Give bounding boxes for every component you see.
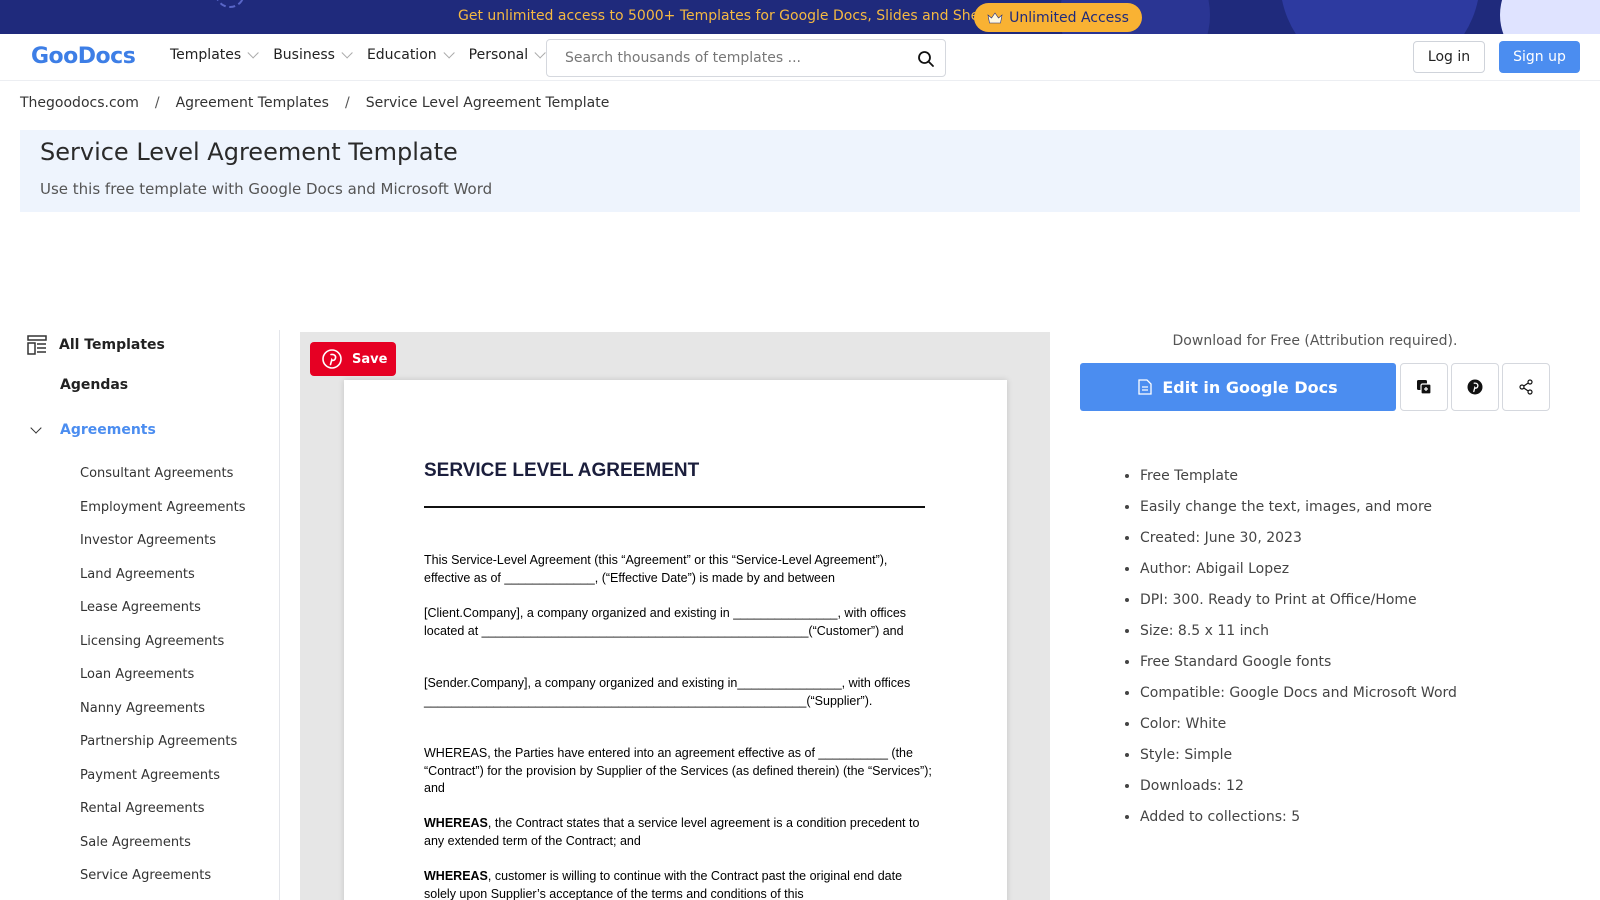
main-nav: Templates Business Education Personal (170, 47, 560, 63)
document-paragraph: [Sender.Company], a company organized an… (424, 676, 911, 708)
all-templates-label: All Templates (59, 337, 165, 353)
agreements-sublist: Consultant Agreements Employment Agreeme… (80, 465, 246, 900)
template-preview: Save SERVICE LEVEL AGREEMENT This Servic… (300, 332, 1050, 900)
breadcrumb-current: Service Level Agreement Template (365, 95, 610, 111)
breadcrumb-agreement-templates[interactable]: Agreement Templates (176, 95, 329, 111)
page-title: Service Level Agreement Template (40, 138, 458, 166)
nav-business-label: Business (273, 47, 335, 63)
share-button[interactable] (1502, 363, 1550, 411)
save-label: Save (352, 351, 388, 367)
share-icon (1519, 379, 1533, 395)
info-item: Color: White (1140, 714, 1457, 745)
info-item: Compatible: Google Docs and Microsoft Wo… (1140, 683, 1457, 714)
all-templates-link[interactable]: All Templates (27, 335, 165, 355)
unlimited-access-button[interactable]: Unlimited Access (974, 3, 1142, 32)
info-item: Size: 8.5 x 11 inch (1140, 621, 1457, 652)
chevron-down-icon (30, 422, 42, 434)
sidebar-item-agendas[interactable]: Agendas (60, 377, 128, 393)
download-note: Download for Free (Attribution required)… (1172, 333, 1458, 349)
search-icon[interactable] (917, 50, 935, 68)
sidebar-subitem[interactable]: Investor Agreements (80, 532, 246, 566)
template-info-list: Free Template Easily change the text, im… (1140, 466, 1457, 838)
copy-button[interactable] (1400, 363, 1448, 411)
document-paragraph: WHEREAS, the Contract states that a serv… (424, 816, 920, 848)
promo-banner: Get unlimited access to 5000+ Templates … (0, 0, 1600, 34)
sidebar-subitem[interactable]: Employment Agreements (80, 499, 246, 533)
nav-education[interactable]: Education (366, 47, 455, 63)
edit-label: Edit in Google Docs (1162, 377, 1338, 397)
document-paragraph: [Client.Company], a company organized an… (424, 606, 907, 638)
sidebar-subitem[interactable]: Licensing Agreements (80, 633, 246, 667)
info-item: Added to collections: 5 (1140, 807, 1457, 838)
sidebar-subitem[interactable]: Consultant Agreements (80, 465, 246, 499)
nav-personal-label: Personal (468, 47, 529, 63)
edit-in-google-docs-button[interactable]: Edit in Google Docs (1080, 363, 1396, 411)
breadcrumb-separator: / (344, 95, 350, 111)
nav-business[interactable]: Business (273, 47, 353, 63)
document-page[interactable]: SERVICE LEVEL AGREEMENT This Service-Lev… (344, 380, 1007, 900)
sidebar-subitem[interactable]: Lease Agreements (80, 599, 246, 633)
info-item: Free Standard Google fonts (1140, 652, 1457, 683)
search-input[interactable] (565, 48, 905, 68)
sidebar-item-agreements-label: Agreements (60, 422, 156, 438)
copy-icon (1417, 380, 1432, 395)
crown-icon (987, 11, 1003, 23)
document-title: SERVICE LEVEL AGREEMENT (424, 460, 700, 481)
sidebar-subitem[interactable]: Sale Agreements (80, 834, 246, 868)
site-header: GooDocs Templates Business Education Per… (0, 34, 1600, 81)
pinterest-icon (1467, 379, 1483, 395)
chevron-down-icon (247, 47, 259, 59)
sidebar-subitem[interactable]: Partnership Agreements (80, 733, 246, 767)
page-subtitle: Use this free template with Google Docs … (40, 180, 493, 198)
sidebar-subitem[interactable]: Service Agreements (80, 867, 246, 900)
document-paragraph: WHEREAS, customer is willing to continue… (424, 869, 903, 900)
page-title-box: Service Level Agreement Template Use thi… (20, 130, 1580, 212)
unlimited-access-label: Unlimited Access (1009, 9, 1129, 26)
chevron-down-icon (341, 47, 353, 59)
chevron-down-icon (443, 47, 455, 59)
signup-button[interactable]: Sign up (1499, 41, 1580, 73)
pinterest-icon (322, 349, 342, 369)
sidebar-subitem[interactable]: Payment Agreements (80, 767, 246, 801)
nav-education-label: Education (366, 47, 437, 63)
goodocs-logo[interactable]: GooDocs (31, 44, 136, 69)
info-item: Author: Abigail Lopez (1140, 559, 1457, 590)
decorative-circle (1280, 0, 1480, 34)
info-item: Downloads: 12 (1140, 776, 1457, 807)
info-item: Free Template (1140, 466, 1457, 497)
nav-personal[interactable]: Personal (468, 47, 546, 63)
breadcrumb: Thegoodocs.com / Agreement Templates / S… (20, 95, 609, 111)
breadcrumb-home[interactable]: Thegoodocs.com (20, 95, 139, 111)
pinterest-share-button[interactable] (1451, 363, 1499, 411)
pinterest-save-button[interactable]: Save (310, 342, 396, 376)
nav-templates-label: Templates (170, 47, 242, 63)
chevron-down-icon (534, 47, 546, 59)
category-sidebar: All Templates Agendas Agreements Consult… (0, 330, 280, 900)
login-button[interactable]: Log in (1413, 41, 1485, 73)
sidebar-subitem[interactable]: Nanny Agreements (80, 700, 246, 734)
info-item: Easily change the text, images, and more (1140, 497, 1457, 528)
decorative-circle (215, 0, 245, 8)
search-box (546, 39, 946, 77)
sidebar-subitem[interactable]: Loan Agreements (80, 666, 246, 700)
sidebar-subitem[interactable]: Rental Agreements (80, 800, 246, 834)
document-icon (1138, 379, 1152, 395)
info-item: Created: June 30, 2023 (1140, 528, 1457, 559)
title-rule (424, 506, 925, 508)
document-paragraph: This Service-Level Agreement (this “Agre… (424, 553, 888, 585)
decorative-circle (1500, 0, 1600, 34)
template-grid-icon (27, 335, 47, 355)
nav-templates[interactable]: Templates (170, 47, 259, 63)
document-paragraph: WHEREAS, the Parties have entered into a… (424, 746, 932, 795)
info-item: DPI: 300. Ready to Print at Office/Home (1140, 590, 1457, 621)
promo-text[interactable]: Get unlimited access to 5000+ Templates … (458, 8, 1001, 24)
sidebar-item-agreements[interactable]: Agreements (28, 422, 156, 438)
info-item: Style: Simple (1140, 745, 1457, 776)
sidebar-subitem[interactable]: Land Agreements (80, 566, 246, 600)
breadcrumb-separator: / (154, 95, 160, 111)
